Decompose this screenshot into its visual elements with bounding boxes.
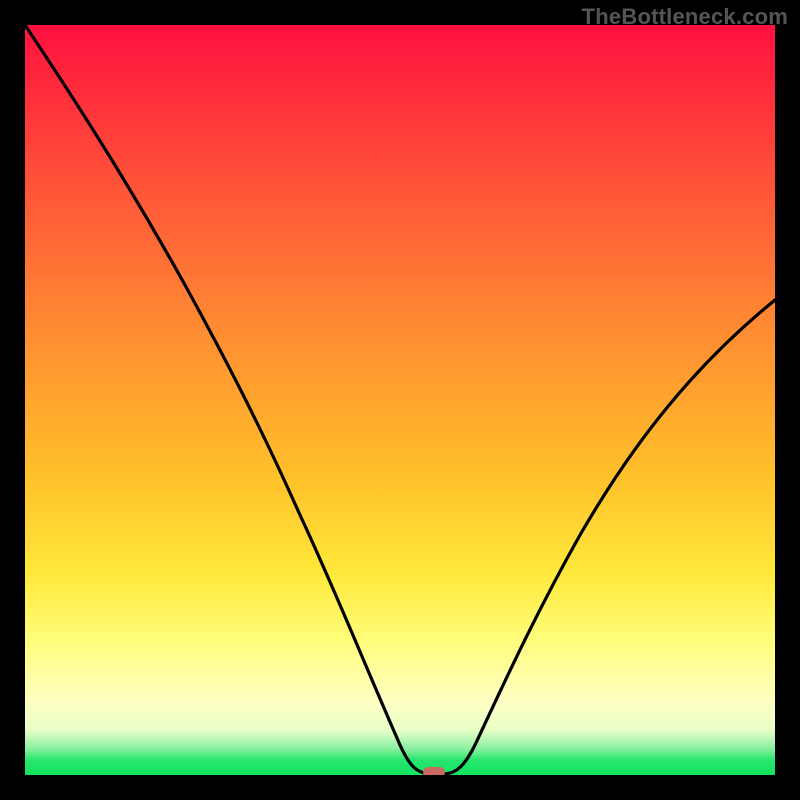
outer-frame: TheBottleneck.com bbox=[0, 0, 800, 800]
watermark-text: TheBottleneck.com bbox=[582, 4, 788, 30]
plot-area bbox=[25, 25, 775, 775]
curve-layer bbox=[25, 25, 775, 775]
min-marker bbox=[423, 767, 445, 775]
bottleneck-curve bbox=[25, 25, 775, 774]
